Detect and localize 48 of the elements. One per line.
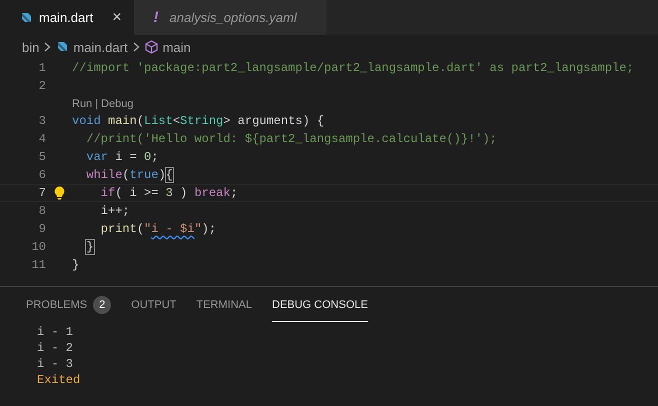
lightbulb-icon[interactable] [54,186,64,200]
code-line: //import 'package:part2_langsample/part2_langsample.dart' as part2_langsample; [72,61,634,75]
console-line: Exited [37,373,82,389]
editor-tab[interactable]: ! analysis_options.yaml [134,0,326,35]
line-number: 5 [38,150,46,164]
line-number: 4 [38,132,46,146]
line-number: 3 [38,114,46,128]
code-line: if( i >= 3 ) break; [100,186,238,200]
breadcrumb-item[interactable]: main [162,40,191,54]
line-number: 11 [30,258,46,272]
breadcrumb-item[interactable]: main.dart [73,40,128,54]
console-line: i - 2 [37,341,74,357]
line-number: 8 [38,204,46,218]
code-line: i++; [100,204,130,218]
code-line: //print('Hello world: ${part2_langsample.calculate()}!'); [85,132,497,146]
codelens-link[interactable]: Debug [101,98,134,110]
tab-label: main.dart [39,10,94,25]
panel-tab[interactable]: DEBUG CONSOLE [272,296,368,322]
chevron-icon [44,42,52,52]
codelens-link[interactable]: Run [72,98,92,110]
code-line: void main(List<String> arguments) { [72,114,324,128]
line-number: 10 [30,240,46,254]
panel-tab[interactable]: PROBLEMS 2 [26,296,112,322]
editor-tab[interactable]: main.dart × [0,0,134,35]
chevron-icon [132,42,140,52]
count-badge: 2 [93,296,112,314]
code-line: } [72,258,80,272]
close-icon[interactable]: × [112,8,122,26]
line-number: 2 [38,79,46,93]
panel-tab[interactable]: TERMINAL [196,296,252,322]
line-number: 9 [38,222,46,236]
warning-icon: ! [154,9,159,26]
line-number: 1 [38,61,46,75]
panel-tab[interactable]: OUTPUT [131,296,176,322]
console-line: i - 1 [37,325,74,341]
tab-label: analysis_options.yaml [170,10,297,25]
console-line: i - 3 [37,357,74,373]
breadcrumb-item[interactable]: bin [22,40,40,54]
codelens-divider: | [95,98,98,110]
code-line: } [85,240,94,254]
line-number: 6 [38,168,46,182]
dart-file-icon [56,41,68,53]
code-line: print("i - $i"); [100,222,216,236]
dart-file-icon [20,12,32,24]
code-line: while(true){ [85,168,173,182]
line-number: 7 [38,186,46,200]
code-line: var i = 0; [85,150,158,164]
cube-icon [144,40,158,54]
